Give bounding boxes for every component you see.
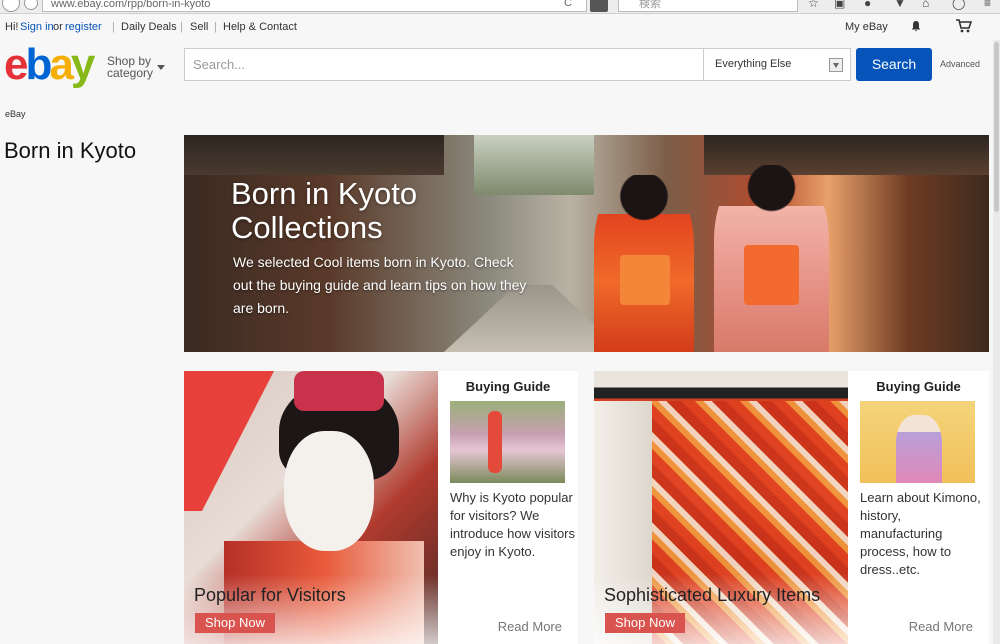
star-icon[interactable]: ☆ (808, 0, 819, 10)
browser-search-input[interactable]: 検索 (618, 0, 798, 12)
buying-guide-heading: Buying Guide (465, 379, 551, 394)
daily-deals-link[interactable]: Daily Deals (121, 15, 177, 40)
or-text: or (53, 21, 63, 33)
card-title: Sophisticated Luxury Items (604, 585, 821, 605)
my-ebay-link[interactable]: My eBay (845, 15, 888, 40)
buying-guide-heading: Buying Guide (876, 379, 961, 394)
buying-guide-text: Learn about Kimono, history, manufacturi… (860, 490, 981, 577)
divider: | (112, 21, 115, 33)
card-image[interactable]: Sophisticated Luxury Items Shop Now (594, 371, 848, 644)
search-input[interactable]: Search... (184, 48, 704, 81)
buying-guide-text: Why is Kyoto popular for visitors? We in… (450, 490, 575, 559)
image-part (294, 371, 384, 411)
promo-card-popular: Popular for Visitors Shop Now Buying Gui… (184, 371, 578, 644)
buying-guide-image[interactable] (860, 401, 975, 483)
clipboard-icon[interactable]: ▣ (834, 0, 845, 10)
search-button[interactable]: Search (856, 48, 932, 81)
global-header: Hi! Sign in or register | Daily Deals | … (0, 15, 1000, 40)
promo-card-luxury: Sophisticated Luxury Items Shop Now Buyi… (594, 371, 989, 644)
hero-image-part (620, 255, 670, 305)
pocket-icon[interactable]: ● (864, 0, 871, 10)
address-bar[interactable]: www.ebay.com/rpp/born-in-kyoto (42, 0, 587, 12)
download-icon[interactable]: ▼ (894, 0, 906, 10)
logo-letter: a (49, 40, 74, 89)
category-select[interactable]: Everything Else (703, 48, 851, 81)
category-select-value: Everything Else (715, 58, 792, 70)
hero-description: We selected Cool items born in Kyoto. Ch… (233, 254, 527, 316)
buying-guide: Buying Guide Why is Kyoto popular for vi… (438, 371, 578, 644)
logo-letter: b (25, 40, 52, 89)
read-more-link[interactable]: Read More (909, 619, 973, 634)
chat-icon[interactable]: ◯ (952, 0, 965, 10)
browser-toolbar: www.ebay.com/rpp/born-in-kyoto C 検索 ☆ ▣ … (0, 0, 1000, 14)
image-part (284, 431, 374, 551)
buying-guide-image[interactable] (450, 401, 565, 483)
scrollbar-thumb[interactable] (994, 42, 999, 212)
sign-in-link[interactable]: Sign in (20, 15, 54, 40)
cart-icon[interactable] (956, 19, 972, 33)
home-icon[interactable]: ⌂ (922, 0, 929, 10)
page-title: Born in Kyoto (4, 138, 137, 163)
image-part (184, 371, 274, 511)
greeting-text: Hi! (5, 21, 19, 33)
dropdown-arrow-icon[interactable] (829, 58, 843, 72)
register-link[interactable]: register (65, 15, 102, 40)
card-title: Popular for Visitors (194, 585, 346, 605)
hero-banner[interactable]: Born in Kyoto Collections We selected Co… (184, 135, 989, 352)
breadcrumb[interactable]: eBay (5, 109, 26, 119)
back-icon[interactable] (2, 0, 20, 12)
card-image[interactable]: Popular for Visitors Shop Now (184, 371, 438, 644)
logo-letter: e (4, 40, 29, 89)
hero-image-part (184, 135, 444, 175)
read-more-link[interactable]: Read More (498, 619, 562, 634)
shop-now-button[interactable]: Shop Now (605, 613, 685, 633)
menu-icon[interactable]: ≡ (984, 0, 991, 10)
hero-title: Born in Kyoto Collections (231, 176, 418, 245)
help-contact-link[interactable]: Help & Contact (223, 15, 297, 40)
logo-letter: y (70, 40, 96, 89)
shop-now-button[interactable]: Shop Now (195, 613, 275, 633)
extension-icon[interactable] (590, 0, 608, 12)
sell-link[interactable]: Sell (190, 15, 208, 40)
hero-image-part (744, 245, 799, 305)
chevron-down-icon[interactable] (157, 65, 165, 70)
reload-icon[interactable]: C (564, 0, 572, 9)
divider: | (180, 21, 183, 33)
advanced-search-link[interactable]: Advanced (940, 59, 980, 69)
buying-guide: Buying Guide Learn about Kimono, history… (848, 371, 989, 644)
divider: | (214, 21, 217, 33)
bell-icon[interactable] (910, 20, 922, 32)
ebay-logo[interactable]: ebay (4, 40, 96, 90)
info-icon[interactable] (24, 0, 38, 10)
